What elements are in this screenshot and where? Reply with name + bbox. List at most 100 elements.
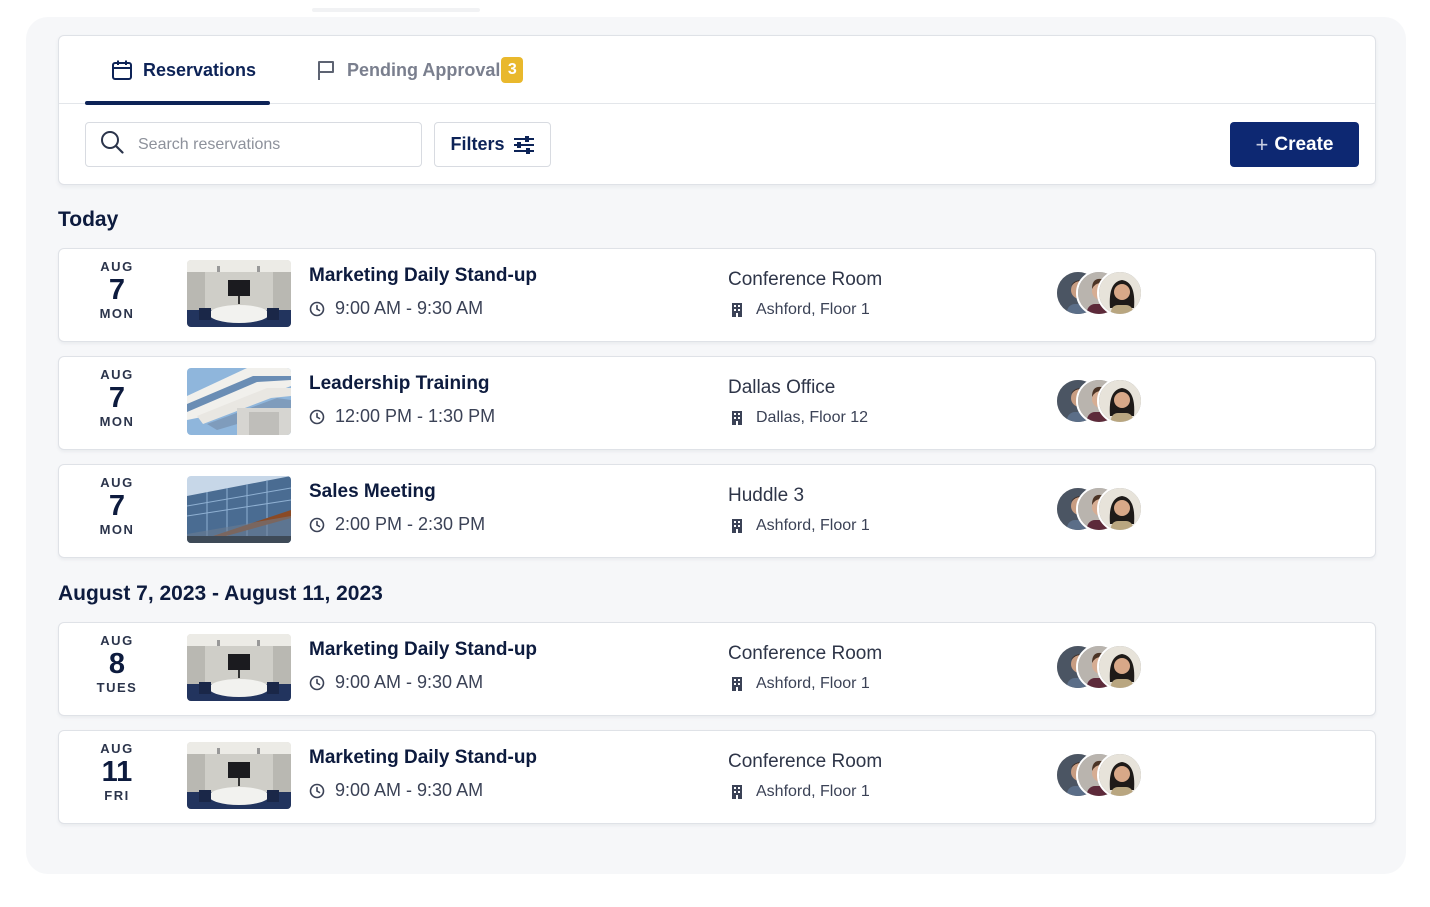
flag-icon [315, 59, 337, 81]
building-floor: Dallas, Floor 12 [730, 409, 868, 427]
reservation-time: 12:00 PM - 1:30 PM [309, 406, 495, 427]
building-text: Ashford, Floor 1 [756, 783, 870, 800]
plus-icon: + [1255, 131, 1269, 157]
date-month: AUG [100, 259, 134, 274]
date-weekday: FRI [104, 788, 130, 803]
tab-reservations[interactable]: Reservations [85, 36, 270, 105]
attendee-avatars[interactable] [1055, 270, 1145, 316]
create-button[interactable]: + Create [1230, 122, 1359, 167]
date-weekday: MON [99, 414, 135, 429]
space-thumbnail [187, 742, 291, 809]
avatar [1097, 752, 1143, 798]
pending-count-badge: 3 [501, 57, 524, 83]
search-input[interactable] [138, 135, 398, 154]
avatar [1097, 378, 1143, 424]
reservation-title: Marketing Daily Stand-up [309, 265, 538, 286]
reservation-title: Marketing Daily Stand-up [309, 639, 538, 660]
time-text: 2:00 PM - 2:30 PM [335, 514, 486, 534]
date-month: AUG [100, 741, 134, 756]
avatar [1097, 486, 1143, 532]
building-floor: Ashford, Floor 1 [730, 783, 870, 801]
building-floor: Ashford, Floor 1 [730, 675, 870, 693]
space-thumbnail [187, 368, 291, 435]
section-heading-date-range: August 7, 2023 - August 11, 2023 [58, 582, 383, 605]
date-block: AUG 7 MON [79, 475, 155, 537]
room-name: Conference Room [728, 269, 883, 290]
calendar-icon [111, 59, 133, 81]
building-text: Ashford, Floor 1 [756, 675, 870, 692]
date-day: 11 [101, 756, 133, 788]
reservations-header-card: Reservations Pending Approval 3 Filters [58, 35, 1376, 185]
reservation-time: 9:00 AM - 9:30 AM [309, 672, 483, 693]
attendee-avatars[interactable] [1055, 752, 1145, 798]
reservation-time: 9:00 AM - 9:30 AM [309, 298, 483, 319]
space-thumbnail [187, 260, 291, 327]
top-divider [312, 8, 480, 12]
space-thumbnail [187, 476, 291, 543]
building-text: Ashford, Floor 1 [756, 301, 870, 318]
reservation-title: Leadership Training [309, 373, 490, 394]
attendee-avatars[interactable] [1055, 378, 1145, 424]
date-day: 7 [108, 274, 126, 306]
building-icon [730, 676, 744, 692]
clock-icon [309, 301, 325, 317]
building-floor: Ashford, Floor 1 [730, 517, 870, 535]
clock-icon [309, 409, 325, 425]
reservation-row[interactable]: AUG 7 MON Leadership Training 12:00 PM - 1:3… [58, 356, 1376, 450]
building-icon [730, 302, 744, 318]
filters-button[interactable]: Filters [434, 122, 551, 167]
avatar [1097, 644, 1143, 690]
tab-bar: Reservations Pending Approval 3 [59, 36, 1375, 105]
clock-icon [309, 675, 325, 691]
date-weekday: MON [99, 522, 135, 537]
avatar [1097, 270, 1143, 316]
sliders-icon [513, 135, 535, 155]
reservation-title: Sales Meeting [309, 481, 436, 502]
reservation-row[interactable]: AUG 7 MON Marketing Daily Stand-up 9:00 AM -… [58, 248, 1376, 342]
reservation-time: 2:00 PM - 2:30 PM [309, 514, 485, 535]
date-block: AUG 8 TUES [79, 633, 155, 695]
clock-icon [309, 517, 325, 533]
tab-pending-approval[interactable]: Pending Approval 3 [313, 36, 524, 104]
space-thumbnail [187, 634, 291, 701]
page: Reservations Pending Approval 3 Filters [0, 0, 1430, 907]
date-day: 7 [108, 490, 126, 522]
building-icon [730, 518, 744, 534]
building-icon [730, 784, 744, 800]
building-text: Ashford, Floor 1 [756, 517, 870, 534]
date-month: AUG [100, 633, 134, 648]
tab-pending-label: Pending Approval [347, 59, 501, 80]
time-text: 12:00 PM - 1:30 PM [335, 406, 496, 426]
time-text: 9:00 AM - 9:30 AM [335, 672, 484, 692]
filters-label: Filters [450, 134, 505, 154]
reservation-row[interactable]: AUG 7 MON Sales Meeting 2:00 PM - 2:30 PM Hud… [58, 464, 1376, 558]
attendee-avatars[interactable] [1055, 644, 1145, 690]
clock-icon [309, 783, 325, 799]
search-box[interactable] [85, 122, 422, 167]
search-icon [100, 130, 124, 159]
date-block: AUG 7 MON [79, 259, 155, 321]
date-weekday: TUES [96, 680, 138, 695]
reservation-time: 9:00 AM - 9:30 AM [309, 780, 483, 801]
time-text: 9:00 AM - 9:30 AM [335, 780, 484, 800]
reservation-row[interactable]: AUG 11 FRI Marketing Daily Stand-up 9:00 AM … [58, 730, 1376, 824]
create-label: Create [1274, 133, 1334, 155]
attendee-avatars[interactable] [1055, 486, 1145, 532]
section-heading-today: Today [58, 208, 119, 231]
tab-reservations-label: Reservations [143, 59, 257, 80]
date-block: AUG 7 MON [79, 367, 155, 429]
room-name: Conference Room [728, 751, 883, 772]
date-month: AUG [100, 475, 134, 490]
room-name: Conference Room [728, 643, 883, 664]
date-weekday: MON [99, 306, 135, 321]
time-text: 9:00 AM - 9:30 AM [335, 298, 484, 318]
date-day: 7 [108, 382, 126, 414]
date-day: 8 [108, 648, 126, 680]
room-name: Huddle 3 [728, 485, 805, 506]
reservation-row[interactable]: AUG 8 TUES Marketing Daily Stand-up 9:00 AM … [58, 622, 1376, 716]
room-name: Dallas Office [728, 377, 836, 398]
building-icon [730, 410, 744, 426]
building-text: Dallas, Floor 12 [756, 409, 869, 426]
reservation-title: Marketing Daily Stand-up [309, 747, 538, 768]
building-floor: Ashford, Floor 1 [730, 301, 870, 319]
